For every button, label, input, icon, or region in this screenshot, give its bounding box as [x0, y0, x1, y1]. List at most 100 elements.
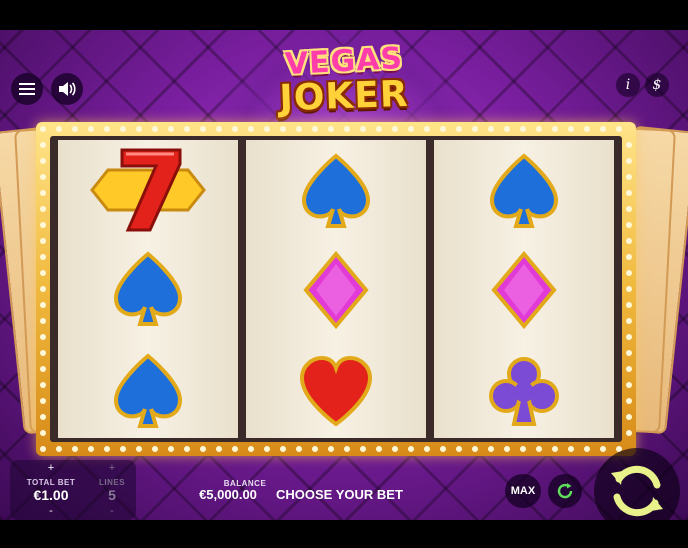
marquee-bulb	[600, 126, 606, 132]
marquee-bulb	[40, 238, 46, 244]
marquee-bulb	[40, 190, 46, 196]
marquee-bulb	[392, 126, 398, 132]
total-bet-decrease-button[interactable]: -	[44, 505, 58, 517]
marquee-bulb	[376, 126, 382, 132]
marquee-bulb	[200, 446, 206, 452]
total-bet-label: TOTAL BET	[26, 478, 76, 487]
spade-symbol	[113, 353, 183, 428]
marquee-bulb	[136, 126, 142, 132]
marquee-bulb	[280, 126, 286, 132]
spade-symbol	[301, 153, 371, 228]
sound-button[interactable]	[51, 73, 83, 105]
lines-value: 5	[108, 487, 116, 503]
marquee-bulb	[264, 446, 270, 452]
marquee-bulb	[344, 446, 350, 452]
marquee-bulb	[626, 254, 632, 260]
marquee-bulb	[504, 446, 510, 452]
marquee-bulb	[152, 446, 158, 452]
marquee-bulb	[280, 446, 286, 452]
menu-button[interactable]	[11, 73, 43, 105]
hamburger-icon	[19, 83, 35, 95]
autoplay-button[interactable]	[548, 474, 582, 508]
marquee-bulb	[40, 254, 46, 260]
marquee-bulb	[600, 446, 606, 452]
marquee-bulb	[216, 446, 222, 452]
game-logo: VEGAS JOKER	[274, 41, 414, 120]
marquee-bulb	[626, 350, 632, 356]
total-bet-value: €1.00	[33, 487, 69, 503]
marquee-bulb	[456, 126, 462, 132]
logo-line-joker: JOKER	[278, 73, 410, 120]
marquee-bulb	[40, 158, 46, 164]
marquee-bulb	[40, 126, 46, 132]
marquee-bulb	[626, 302, 632, 308]
spade-symbol	[113, 251, 183, 326]
marquee-bulb	[152, 126, 158, 132]
speaker-icon	[59, 82, 76, 96]
marquee-bulb	[536, 446, 542, 452]
marquee-bulb	[408, 446, 414, 452]
marquee-bulb	[40, 430, 46, 436]
marquee-bulb	[88, 126, 94, 132]
marquee-bulb	[40, 318, 46, 324]
total-bet-increase-button[interactable]: +	[44, 462, 58, 474]
marquee-bulb	[552, 446, 558, 452]
marquee-bulb	[568, 126, 574, 132]
heart-symbol	[299, 355, 373, 427]
marquee-bulb	[424, 126, 430, 132]
marquee-bulb	[440, 446, 446, 452]
marquee-bulb	[120, 446, 126, 452]
marquee-bulb	[626, 190, 632, 196]
lines-increase-button[interactable]: +	[105, 462, 119, 474]
marquee-bulb	[440, 126, 446, 132]
marquee-bulb	[584, 126, 590, 132]
marquee-bulb	[626, 222, 632, 228]
marquee-bulb	[408, 126, 414, 132]
marquee-bulb	[56, 446, 62, 452]
marquee-bulb	[328, 126, 334, 132]
marquee-bulb	[40, 398, 46, 404]
marquee-bulb	[40, 302, 46, 308]
spade-symbol	[489, 153, 559, 228]
paytable-button[interactable]: $	[645, 73, 669, 97]
letterbox-top	[0, 0, 688, 30]
marquee-bulb	[104, 126, 110, 132]
marquee-bulb	[504, 126, 510, 132]
diamond-symbol	[303, 250, 369, 330]
marquee-bulb	[626, 238, 632, 244]
game-screen: VEGAS JOKER i $ + TOTAL BET €1.00 - + LI…	[0, 0, 688, 548]
marquee-bulb	[626, 142, 632, 148]
marquee-bulb	[184, 446, 190, 452]
paytable-icon: $	[652, 77, 662, 93]
marquee-bulb	[488, 446, 494, 452]
reel-1	[58, 140, 238, 438]
marquee-bulb	[616, 126, 622, 132]
marquee-bulb	[40, 446, 46, 452]
marquee-bulb	[520, 126, 526, 132]
status-message: CHOOSE YOUR BET	[276, 487, 403, 502]
marquee-bulb	[168, 446, 174, 452]
marquee-bulb	[40, 222, 46, 228]
marquee-bulb	[568, 446, 574, 452]
letterbox-bottom	[0, 520, 688, 548]
marquee-bulb	[72, 446, 78, 452]
marquee-bulb	[472, 446, 478, 452]
marquee-bulb	[248, 126, 254, 132]
marquee-bulb	[40, 382, 46, 388]
marquee-bulb	[552, 126, 558, 132]
marquee-bulb	[456, 446, 462, 452]
marquee-bulb	[232, 126, 238, 132]
marquee-bulb	[626, 414, 632, 420]
marquee-bulb	[184, 126, 190, 132]
max-bet-button[interactable]: MAX	[505, 474, 541, 508]
marquee-bulb	[626, 270, 632, 276]
marquee-bulb	[200, 126, 206, 132]
reel-3	[434, 140, 614, 438]
marquee-bulb	[264, 126, 270, 132]
marquee-bulb	[312, 126, 318, 132]
marquee-bulb	[626, 174, 632, 180]
marquee-bulb	[360, 446, 366, 452]
lines-decrease-button[interactable]: -	[105, 505, 119, 517]
marquee-bulb	[40, 286, 46, 292]
info-button[interactable]: i	[616, 73, 640, 97]
